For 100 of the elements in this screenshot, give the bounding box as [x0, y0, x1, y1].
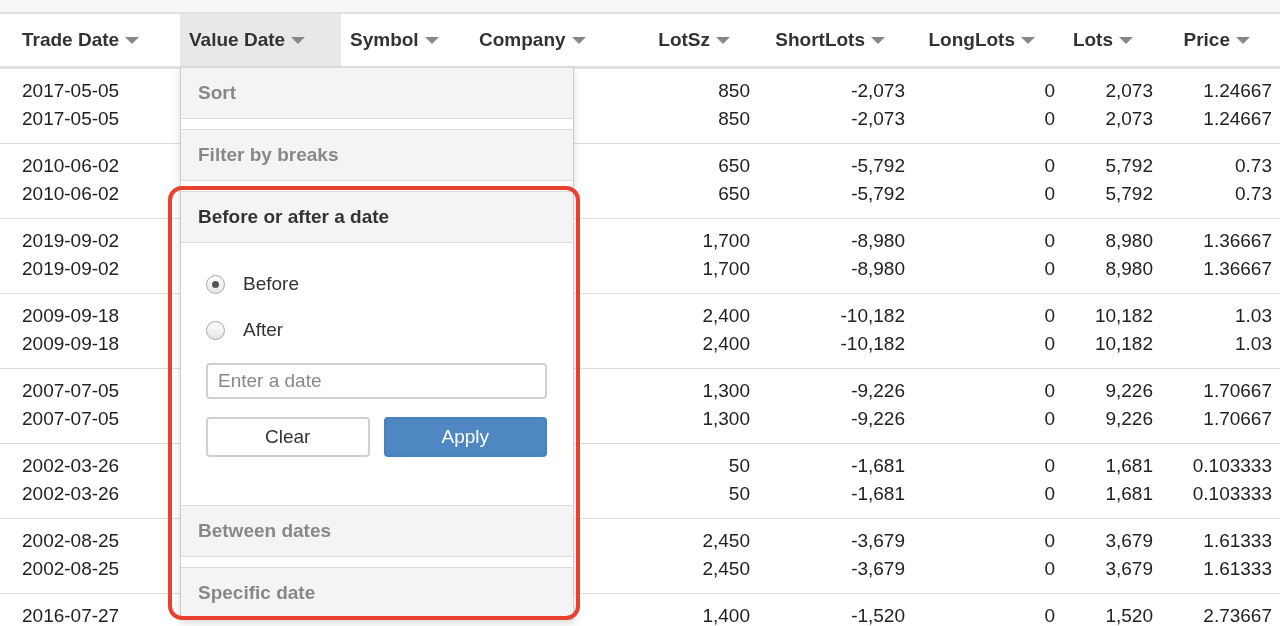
table-cell-text: -8,980: [850, 230, 906, 252]
caret-icon: [871, 36, 885, 44]
table-cell-text: 650: [717, 155, 751, 177]
table-cell-text: 5,792: [1104, 183, 1154, 205]
table-cell-text: 650: [717, 183, 751, 205]
table-cell-text: 5,792: [1104, 155, 1154, 177]
table-cell-text: 2017-05-05: [21, 80, 121, 102]
table-cell-text: -5,792: [850, 183, 906, 205]
table-cell-text: 10,182: [1093, 333, 1154, 355]
table-cell-text: 2002-08-25: [21, 530, 121, 552]
table-cell-text: -9,226: [850, 408, 906, 430]
table-cell-text: 1.36667: [1202, 230, 1273, 252]
table-cell-text: 0: [1043, 108, 1056, 130]
table-cell-text: 2,450: [701, 530, 751, 552]
table-cell-text: 0: [1043, 305, 1056, 327]
table-cell-text: -9,226: [850, 380, 906, 402]
table-cell-text: 1.03: [1234, 305, 1273, 327]
table-cell-text: 0.103333: [1191, 483, 1273, 505]
column-header[interactable]: Trade Date: [0, 14, 180, 66]
table-cell-text: 1,300: [701, 408, 751, 430]
table-cell-text: 1.70667: [1202, 408, 1273, 430]
caret-icon: [1119, 36, 1133, 44]
column-header[interactable]: LotSz: [620, 14, 760, 66]
table-cell-text: -10,182: [839, 333, 906, 355]
caret-icon: [291, 36, 306, 44]
table-cell-text: -10,182: [839, 305, 906, 327]
table-cell-text: 10,182: [1093, 305, 1154, 327]
table-cell-text: 2009-09-18: [21, 333, 121, 355]
table-cell-text: 3,679: [1104, 558, 1154, 580]
caret-icon: [1021, 36, 1035, 44]
date-input-field[interactable]: Enter a date: [206, 363, 547, 399]
table-cell-text: 1,700: [701, 258, 751, 280]
table-cell-text: 0.103333: [1191, 455, 1273, 477]
table-cell-text: -3,679: [850, 530, 906, 552]
table-cell-text: 9,226: [1104, 408, 1154, 430]
table-cell-text: 2,450: [701, 558, 751, 580]
caret-icon: [571, 36, 586, 44]
table-cell-text: 1.03: [1234, 333, 1273, 355]
column-header[interactable]: LongLots: [915, 14, 1065, 66]
apply-button[interactable]: Apply: [383, 417, 547, 457]
table-cell-text: 1,400: [701, 605, 751, 626]
radio-label: After: [243, 319, 284, 341]
radio-option[interactable]: After: [206, 307, 547, 353]
column-header[interactable]: Company: [470, 14, 620, 66]
table-cell-text: 0: [1043, 483, 1056, 505]
table-cell-text: 8,980: [1104, 258, 1154, 280]
table-cell-text: 0: [1043, 333, 1056, 355]
table-cell-text: 2019-09-02: [21, 230, 121, 252]
column-header[interactable]: ShortLots: [760, 14, 915, 66]
table-cell-text: 0: [1043, 605, 1056, 626]
table-cell-text: 0.73: [1234, 155, 1273, 177]
table-cell-text: -1,520: [850, 605, 906, 626]
table-cell-text: 2016-07-27: [21, 605, 121, 626]
table-cell-text: 8,980: [1104, 230, 1154, 252]
table-cell-text: 2002-03-26: [21, 483, 121, 505]
table-cell-text: 0: [1043, 183, 1056, 205]
column-header[interactable]: Value Date: [180, 14, 341, 66]
table-cell-text: 850: [717, 108, 751, 130]
table-cell-text: -1,681: [850, 483, 906, 505]
table-cell-text: 1,300: [701, 380, 751, 402]
table-cell-text: 1,681: [1104, 455, 1154, 477]
radio-button[interactable]: [206, 320, 225, 340]
radio-button[interactable]: [206, 274, 225, 294]
table-cell-text: 2007-07-05: [21, 380, 121, 402]
table-cell-text: 0: [1043, 80, 1056, 102]
column-header[interactable]: Price: [1163, 14, 1280, 66]
table-cell-text: 9,226: [1104, 380, 1154, 402]
table-cell-text: 2002-03-26: [21, 455, 121, 477]
table-cell-text: 1.61333: [1202, 558, 1273, 580]
clear-button[interactable]: Clear: [206, 417, 370, 457]
radio-label: Before: [243, 273, 299, 295]
table-cell-text: 0: [1043, 230, 1056, 252]
table-cell-text: 2,400: [701, 305, 751, 327]
radio-option[interactable]: Before: [206, 261, 547, 307]
menu-section-header[interactable]: Before or after a date: [181, 191, 573, 243]
table-cell-text: 1,700: [701, 230, 751, 252]
table-cell-text: 0: [1043, 455, 1056, 477]
caret-icon: [125, 36, 140, 44]
table-cell-text: 0: [1043, 155, 1056, 177]
table-cell-text: 0: [1043, 558, 1056, 580]
table-cell-text: 0: [1043, 408, 1056, 430]
table-cell-text: 1.61333: [1202, 530, 1273, 552]
column-header[interactable]: Lots: [1065, 14, 1163, 66]
table-cell-text: 2019-09-02: [21, 258, 121, 280]
table-cell-text: 0: [1043, 530, 1056, 552]
table-cell-text: 1.70667: [1202, 380, 1273, 402]
table-cell-text: -5,792: [850, 155, 906, 177]
column-header[interactable]: Symbol: [341, 14, 470, 66]
table-cell-text: 1.24667: [1202, 80, 1273, 102]
caret-icon: [716, 36, 730, 44]
table-cell-text: 1.36667: [1202, 258, 1273, 280]
table-cell-text: 1,681: [1104, 483, 1154, 505]
table-cell-text: 2.73667: [1202, 605, 1273, 626]
table-cell-text: 1,520: [1104, 605, 1154, 626]
table-cell-text: 3,679: [1104, 530, 1154, 552]
table-cell-text: 0: [1043, 258, 1056, 280]
table-cell-text: 2007-07-05: [21, 408, 121, 430]
table-cell-text: 50: [727, 455, 751, 477]
table-cell-text: 2009-09-18: [21, 305, 121, 327]
table-cell-text: 0: [1043, 380, 1056, 402]
